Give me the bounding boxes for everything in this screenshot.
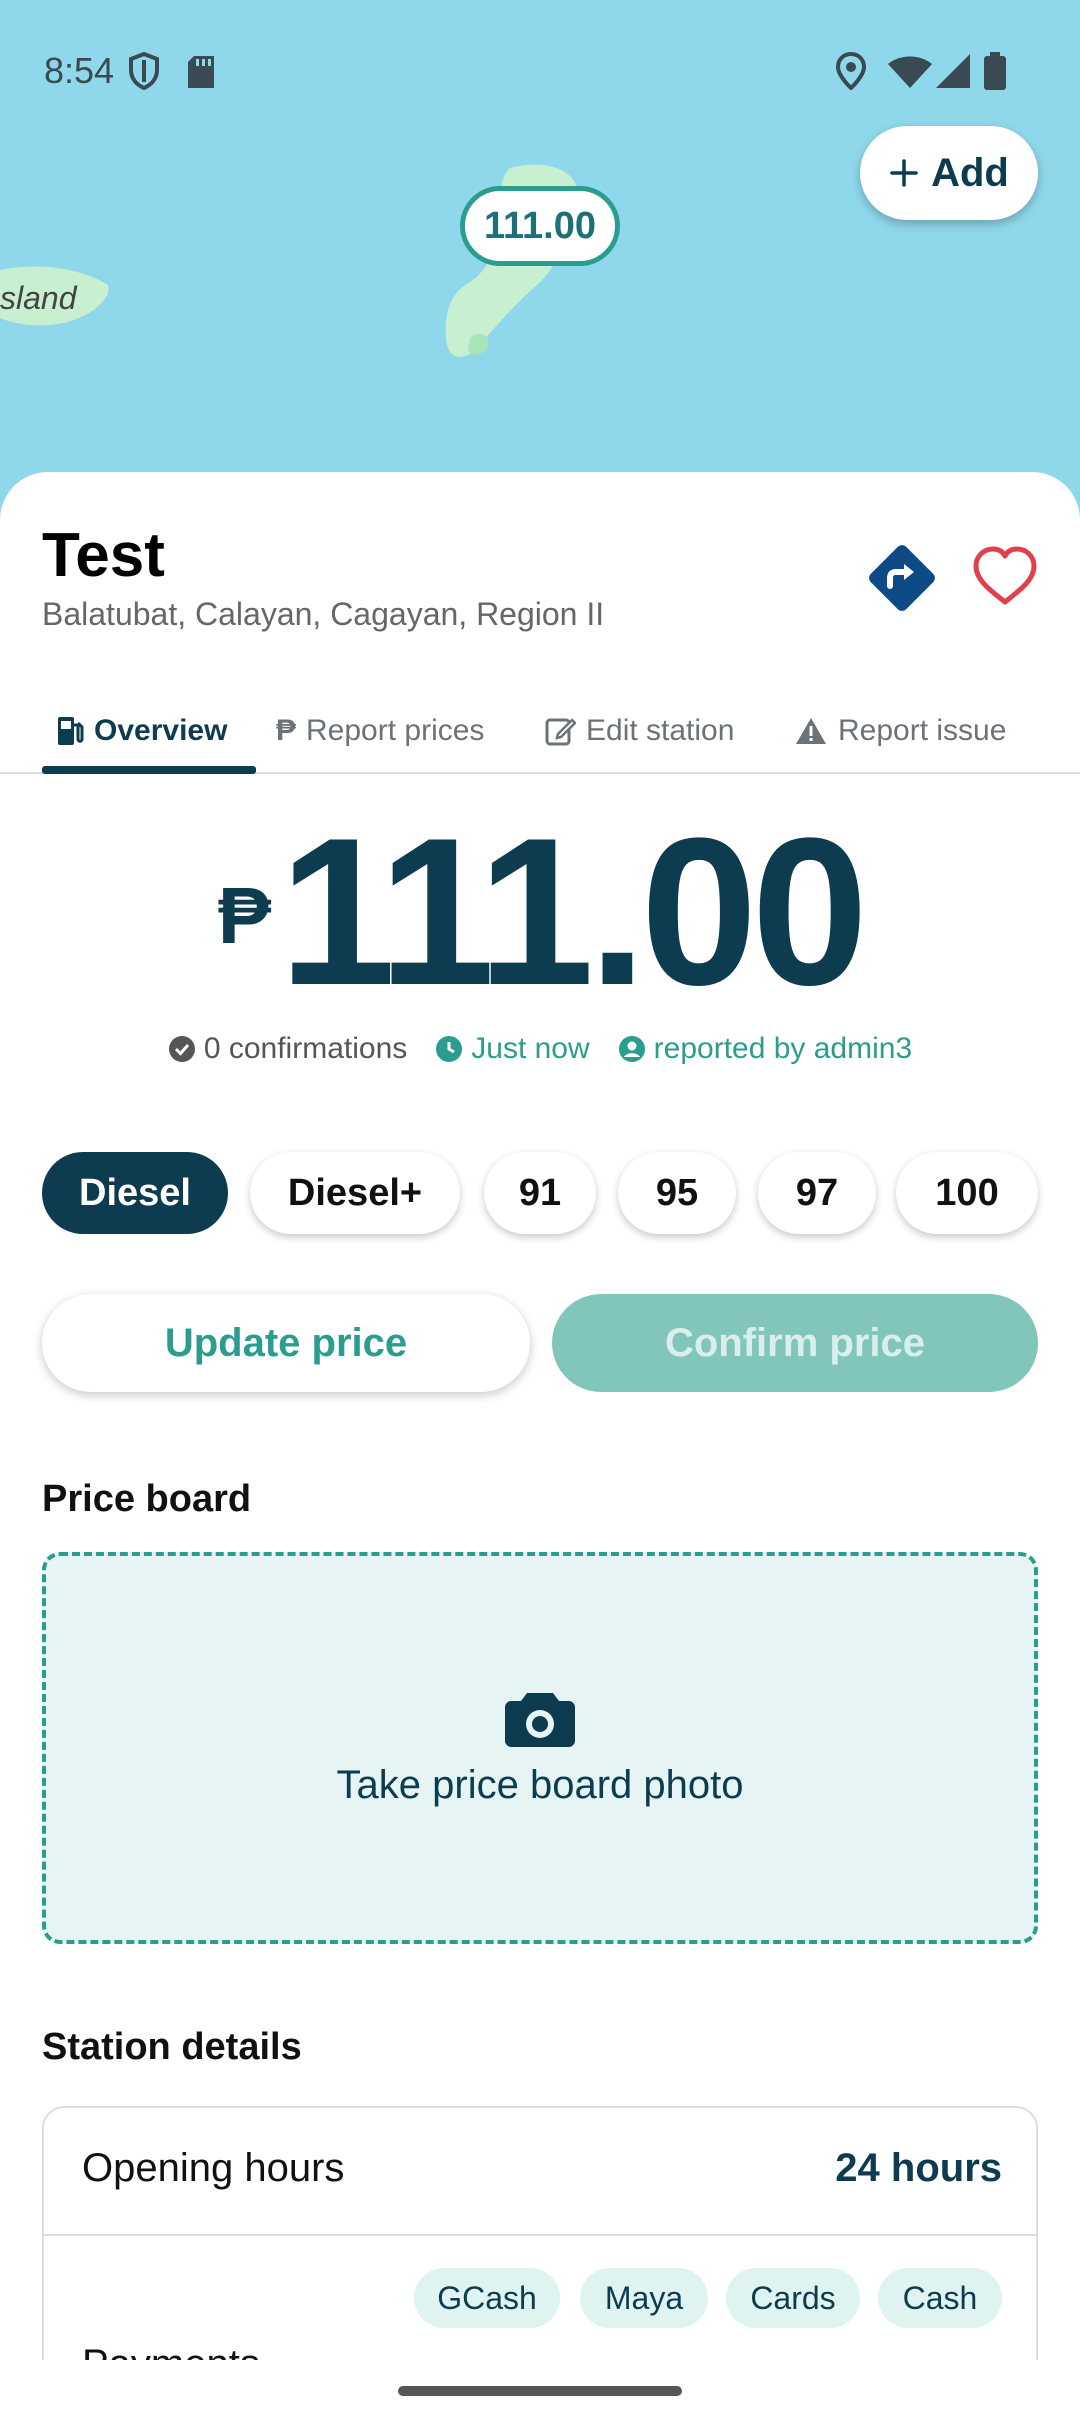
fuel-chip-91[interactable]: 91 (484, 1152, 596, 1234)
opening-hours-value: 24 hours (835, 2146, 1002, 2190)
fuel-chip-100[interactable]: 100 (896, 1152, 1038, 1234)
directions-icon[interactable] (864, 540, 940, 616)
opening-hours-label: Opening hours (82, 2146, 345, 2190)
user-icon (618, 1036, 645, 1062)
wifi-icon (888, 56, 932, 88)
confirm-price-button[interactable]: Confirm price (552, 1294, 1038, 1392)
price-meta: 0 confirmations Just now reported by adm… (0, 1024, 1080, 1074)
update-price-label: Update price (164, 1320, 408, 1365)
map-price-marker-label: 111.00 (483, 204, 597, 247)
update-price-button[interactable]: Update price (42, 1294, 530, 1392)
status-bar: 8:54 (0, 0, 1080, 140)
payment-chip-gcash: GCash (414, 2268, 560, 2328)
tab-overview-label: Overview (94, 714, 228, 747)
tab-overview[interactable]: Overview (56, 688, 227, 774)
confirm-price-label: Confirm price (664, 1320, 926, 1365)
add-station-button[interactable]: Add (860, 126, 1038, 220)
station-address: Balatubat, Calayan, Cagayan, Region II (42, 596, 605, 632)
station-details-card: Opening hours 24 hours Payments GCash Ma… (42, 2106, 1038, 2360)
edit-icon (545, 718, 576, 746)
battery-icon (984, 52, 1006, 90)
reporter-name: reported by admin3 (653, 1032, 913, 1065)
fuel-chip-diesel[interactable]: Diesel (42, 1152, 228, 1234)
tab-edit-station-label: Edit station (586, 714, 735, 747)
favorite-heart-icon[interactable] (970, 542, 1040, 612)
station-details-title: Station details (42, 2026, 302, 2068)
station-name: Test (42, 521, 165, 590)
confirmations-info: 0 confirmations (168, 1032, 407, 1066)
current-price: ₱ 111.00 (0, 792, 1080, 1029)
price-amount: 111.00 (279, 794, 868, 1029)
fuel-chip-97[interactable]: 97 (758, 1152, 876, 1234)
map-price-marker[interactable]: 111.00 (460, 186, 620, 266)
status-time: 8:54 (44, 50, 115, 91)
updated-time-info: Just now (435, 1032, 590, 1066)
map-view[interactable]: 8:54 sland 111.00 Add (0, 0, 1080, 520)
opening-hours-row: Opening hours 24 hours (44, 2108, 1036, 2236)
shield-icon (129, 52, 159, 90)
map-place-label: sland (0, 280, 77, 316)
payment-chip-maya: Maya (580, 2268, 708, 2328)
updated-time: Just now (471, 1032, 590, 1065)
home-gesture-handle[interactable] (398, 2386, 682, 2396)
tab-edit-station[interactable]: Edit station (544, 688, 734, 774)
tab-report-issue-label: Report issue (838, 714, 1007, 747)
station-sheet: Test Balatubat, Calayan, Cagayan, Region… (0, 472, 1080, 2360)
navigation-bar (0, 2360, 1080, 2424)
check-circle-icon (168, 1036, 195, 1062)
price-board-title: Price board (42, 1478, 252, 1520)
add-station-label: Add (931, 150, 1009, 195)
location-icon (836, 52, 866, 90)
signal-icon (936, 54, 970, 88)
payments-row: Payments GCash Maya Cards Cash (44, 2238, 1036, 2360)
fuel-chip-diesel-plus[interactable]: Diesel+ (250, 1152, 460, 1234)
fuel-chip-95[interactable]: 95 (618, 1152, 736, 1234)
peso-icon: ₱ (276, 714, 297, 747)
take-photo-button[interactable]: Take price board photo (42, 1552, 1038, 1944)
tab-report-prices[interactable]: ₱ Report prices (276, 688, 484, 774)
payment-chip-cards: Cards (726, 2268, 860, 2328)
take-photo-label: Take price board photo (336, 1762, 744, 1807)
confirmations-count: 0 confirmations (203, 1032, 408, 1065)
clock-icon (436, 1036, 463, 1062)
currency-symbol: ₱ (217, 871, 272, 960)
camera-icon (505, 1692, 575, 1747)
station-tabs: Overview ₱ Report prices Edit station Re… (0, 688, 1080, 774)
tab-report-issue[interactable]: Report issue (794, 688, 1006, 774)
reporter-info: reported by admin3 (618, 1032, 913, 1066)
sd-card-icon (188, 56, 214, 88)
plus-icon (890, 159, 918, 187)
fuel-pump-icon (58, 717, 84, 745)
payment-chip-cash: Cash (878, 2268, 1002, 2328)
active-tab-indicator (42, 766, 256, 774)
payments-label: Payments (82, 2342, 260, 2360)
tab-report-prices-label: Report prices (306, 714, 485, 747)
warning-icon (796, 718, 826, 744)
